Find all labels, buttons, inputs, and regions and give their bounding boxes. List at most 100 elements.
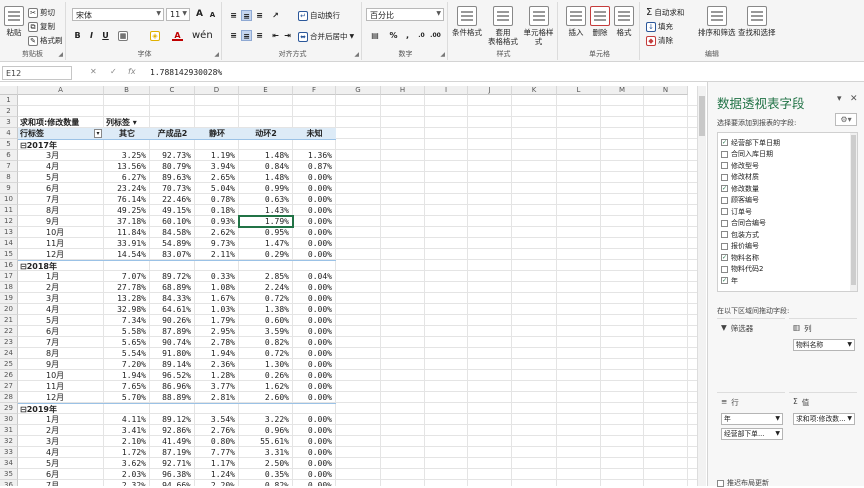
pivot-value-cell[interactable]: 2.11% [195,249,239,260]
pivot-value-cell[interactable]: 0.00% [293,458,336,469]
pivot-value-cell[interactable]: 0.00% [293,436,336,447]
formula-input[interactable]: 1.788142930028% [150,68,222,77]
enter-icon[interactable]: ✓ [110,67,117,76]
pivot-value-cell[interactable]: 7.65% [104,381,150,392]
column-header[interactable]: F [293,86,336,95]
pivot-value-cell[interactable]: 3.22% [239,414,293,425]
row-header[interactable]: 14 [0,238,18,249]
checkbox[interactable] [721,231,728,238]
pivot-value-cell[interactable]: 3.77% [195,381,239,392]
year-group-row[interactable]: ⊟2017年 [18,139,336,150]
pivot-value-cell[interactable]: 0.00% [293,194,336,205]
autosum-button[interactable]: Σ 自动求和 [646,7,684,18]
row-header[interactable]: 33 [0,447,18,458]
row-header[interactable]: 11 [0,205,18,216]
pivot-value-cell[interactable]: 0.82% [239,337,293,348]
field-item[interactable]: 包装方式 [721,229,759,240]
pivot-value-cell[interactable]: 0.00% [293,205,336,216]
pivot-value-cell[interactable]: 0.60% [239,315,293,326]
month-row-label[interactable]: 5月 [18,458,104,469]
pivot-value-cell[interactable]: 84.33% [150,293,195,304]
row-header[interactable]: 29 [0,403,18,414]
column-header[interactable]: E [239,86,293,95]
checkbox[interactable]: ✓ [721,254,728,261]
pivot-value-cell[interactable]: 0.95% [239,227,293,238]
pivot-value-cell[interactable]: 60.10% [150,216,195,227]
pivot-column-header[interactable]: 其它 [104,128,150,139]
pivot-value-cell[interactable]: 0.35% [239,469,293,480]
launcher-icon[interactable]: ◢ [440,51,445,58]
year-group-row[interactable]: ⊟2018年 [18,260,336,271]
month-row-label[interactable]: 9月 [18,216,104,227]
pivot-value-cell[interactable]: 55.61% [239,436,293,447]
cell-styles-button[interactable]: 单元格样式 [520,6,557,46]
pivot-value-cell[interactable]: 83.07% [150,249,195,260]
pivot-value-cell[interactable]: 3.94% [195,161,239,172]
pivot-value-cell[interactable]: 0.00% [293,227,336,238]
cut-button[interactable]: ✂ 剪切 [28,7,55,18]
row-header[interactable]: 28 [0,392,18,403]
row-header[interactable]: 19 [0,293,18,304]
pivot-value-cell[interactable]: 0.80% [195,436,239,447]
row-header[interactable]: 16 [0,260,18,271]
pivot-value-cell[interactable]: 0.87% [293,161,336,172]
pivot-value-cell[interactable]: 76.14% [104,194,150,205]
shrink-font-button[interactable]: A [207,10,218,21]
checkbox[interactable]: ✓ [721,139,728,146]
pivot-value-cell[interactable]: 0.26% [239,370,293,381]
format-as-table-button[interactable]: 套用 表格格式 [488,6,518,46]
italic-button[interactable]: I [86,30,97,41]
fill-color-icon[interactable]: ◈ [150,31,160,41]
pivot-value-cell[interactable]: 2.62% [195,227,239,238]
outdent-icon[interactable]: ⇥ [282,30,293,41]
pivot-value-cell[interactable]: 91.80% [150,348,195,359]
pivot-value-cell[interactable]: 64.61% [150,304,195,315]
conditional-format-button[interactable]: 条件格式 [452,6,482,37]
pivot-column-header[interactable]: 静环 [195,128,239,139]
checkbox[interactable]: ✓ [721,277,728,284]
pivot-value-cell[interactable]: 89.72% [150,271,195,282]
field-item[interactable]: 修改型号 [721,160,759,171]
column-header[interactable]: G [336,86,381,95]
grow-font-button[interactable]: A [194,9,205,20]
row-header[interactable]: 4 [0,128,18,139]
pivot-value-cell[interactable]: 0.00% [293,326,336,337]
pivot-value-cell[interactable]: 9.73% [195,238,239,249]
pivot-value-cell[interactable]: 0.00% [293,282,336,293]
pivot-value-cell[interactable]: 13.28% [104,293,150,304]
pivot-value-cell[interactable]: 3.41% [104,425,150,436]
pivot-value-cell[interactable]: 37.18% [104,216,150,227]
pivot-value-cell[interactable]: 3.62% [104,458,150,469]
worksheet-grid[interactable]: A B C D E F G H I J K L M N 1 2 3 4 5 6 7 8 9 10 11 12 13 14 15 16 17 1… [0,86,706,486]
pivot-value-cell[interactable]: 41.49% [150,436,195,447]
month-row-label[interactable]: 2月 [18,282,104,293]
pivot-value-cell[interactable]: 49.25% [104,205,150,216]
pivot-title-cell[interactable]: 求和项:修改数量 [18,117,104,128]
month-row-label[interactable]: 1月 [18,414,104,425]
pivot-value-cell[interactable]: 7.34% [104,315,150,326]
pivot-value-cell[interactable]: 0.00% [293,183,336,194]
row-header[interactable]: 18 [0,282,18,293]
pivot-value-cell[interactable]: 1.17% [195,458,239,469]
column-header[interactable]: I [425,86,468,95]
field-item[interactable]: ✓ 年 [721,275,738,286]
pivot-value-cell[interactable]: 90.74% [150,337,195,348]
pivot-value-cell[interactable]: 6.27% [104,172,150,183]
month-row-label[interactable]: 6月 [18,183,104,194]
sort-filter-button[interactable]: 排序和筛选 [698,6,736,37]
pivot-value-cell[interactable]: 1.08% [195,282,239,293]
month-row-label[interactable]: 3月 [18,436,104,447]
row-header[interactable]: 20 [0,304,18,315]
percent-button[interactable]: % [388,30,399,41]
pivot-value-cell[interactable]: 0.00% [293,172,336,183]
pivot-value-cell[interactable]: 7.77% [195,447,239,458]
pivot-value-cell[interactable]: 2.03% [104,469,150,480]
checkbox[interactable] [717,479,724,487]
pivot-value-cell[interactable]: 89.14% [150,359,195,370]
pivot-value-cell[interactable]: 0.00% [293,293,336,304]
month-row-label[interactable]: 4月 [18,304,104,315]
month-row-label[interactable]: 7月 [18,337,104,348]
row-header[interactable]: 22 [0,326,18,337]
month-row-label[interactable]: 8月 [18,348,104,359]
rows-area[interactable]: ≡ 行 年 ▼ 经营部下单... ▼ [717,392,785,472]
